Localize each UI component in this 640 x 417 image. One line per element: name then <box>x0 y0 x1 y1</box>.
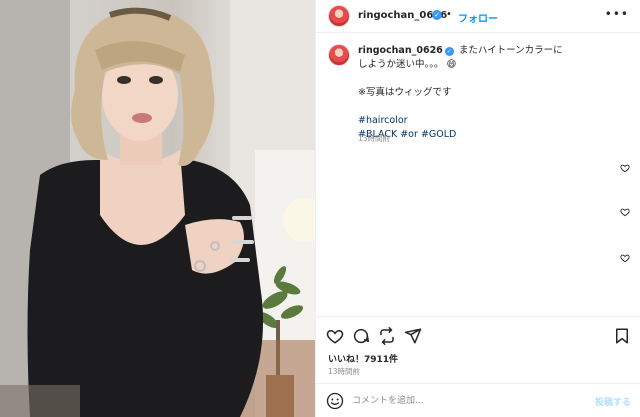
post-timestamp: 13時間前 <box>328 367 361 376</box>
caption-gap <box>358 72 628 86</box>
verified-badge-icon: ✓ <box>432 10 442 20</box>
post-photo[interactable] <box>0 0 315 417</box>
caption-verified-badge-icon: ✓ <box>444 47 454 56</box>
caption-emoji: 😄 <box>446 59 457 70</box>
caption-timestamp: 13時間前 <box>358 134 391 143</box>
post-actions <box>316 316 640 354</box>
caption-username[interactable]: ringochan_0626 <box>358 45 443 56</box>
bookmark-icon[interactable] <box>613 327 631 345</box>
share-icon[interactable] <box>378 327 396 345</box>
caption-gap-2 <box>358 100 628 114</box>
caption-first-line: ringochan_0626 ✓ またハイトーンカラーに <box>358 44 628 58</box>
hashtags-line-2: #BLACK #or #GOLD <box>358 128 628 142</box>
post-caption: ringochan_0626 ✓ またハイトーンカラーに しようか迷い中。。。 😄… <box>358 44 628 142</box>
follow-button[interactable]: フォロー <box>458 10 498 25</box>
emoji-icon[interactable] <box>326 392 344 410</box>
more-options-icon[interactable]: ••• <box>605 7 629 21</box>
comment-input[interactable] <box>352 392 582 410</box>
post-side-panel: ringochan_0626 ✓ • フォロー ••• ringochan_06… <box>315 0 640 417</box>
separator-dot: • <box>446 9 452 20</box>
hashtag-gold[interactable]: #GOLD <box>421 129 456 140</box>
caption-second-line: しようか迷い中。。。 😄 <box>358 58 628 72</box>
post-photo-illustration <box>0 0 315 417</box>
comment-heart-icon[interactable] <box>620 207 630 217</box>
comment-icon[interactable] <box>352 327 370 345</box>
post-header: ringochan_0626 ✓ • フォロー ••• <box>316 0 640 33</box>
caption-avatar[interactable] <box>328 44 350 66</box>
caption-line-2: しようか迷い中。。。 <box>358 59 444 70</box>
send-icon[interactable] <box>404 327 422 345</box>
author-avatar[interactable] <box>328 5 350 27</box>
caption-note: ※写真はウィッグです <box>358 87 452 98</box>
comment-bar: 投稿する <box>316 383 640 417</box>
caption-line-1: またハイトーンカラーに <box>458 45 563 56</box>
post-comment-button[interactable]: 投稿する <box>595 395 631 408</box>
heart-icon[interactable] <box>326 327 344 345</box>
comment-heart-icon[interactable] <box>620 163 630 173</box>
hashtag-or[interactable]: #or <box>400 129 418 140</box>
comment-heart-icon[interactable] <box>620 253 630 263</box>
like-count[interactable]: いいね！7911件 <box>328 352 398 365</box>
hashtag-haircolor[interactable]: #haircolor <box>358 114 628 128</box>
